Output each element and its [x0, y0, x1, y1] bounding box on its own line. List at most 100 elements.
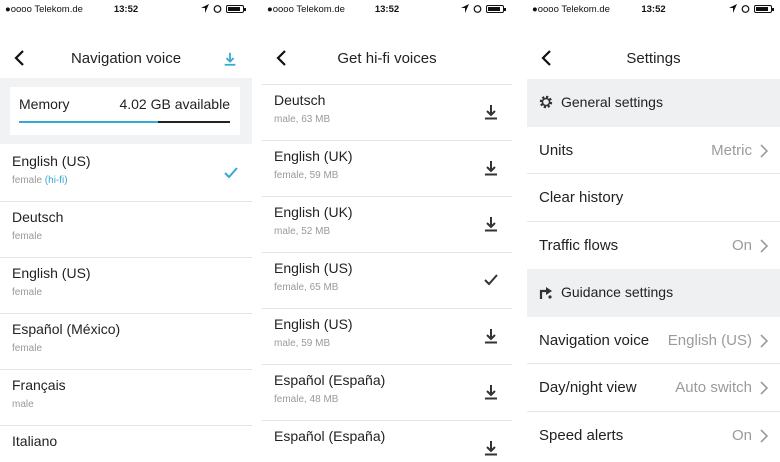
download-icon[interactable] — [482, 383, 500, 401]
status-bar: ●oooo Telekom.de 13:52 — [262, 0, 512, 20]
voice-detail: female, 65 MB — [274, 282, 339, 293]
memory-usage-bar — [19, 121, 230, 123]
download-icon[interactable] — [482, 439, 500, 457]
settings-list: General settings Units Metric Clear hist… — [527, 79, 780, 459]
setting-day-night-view[interactable]: Day/night view Auto switch — [527, 364, 780, 412]
voice-gender: female — [12, 231, 43, 242]
location-icon — [729, 4, 737, 13]
section-title: General settings — [561, 94, 663, 110]
voice-detail: female (hi-fi) — [12, 175, 68, 186]
hifi-voice-row[interactable]: Deutsch male, 63 MB — [262, 85, 512, 141]
voice-detail: female — [12, 343, 42, 354]
setting-label: Speed alerts — [539, 426, 624, 444]
setting-value: On — [731, 236, 752, 254]
setting-label: Day/night view — [539, 379, 637, 396]
guidance-arrow-icon — [539, 287, 552, 299]
nav-bar: Settings — [527, 40, 780, 76]
memory-available: 4.02 GB available — [119, 96, 230, 112]
voice-name: Español (España) — [274, 428, 386, 444]
hifi-voice-row[interactable]: English (UK) female, 59 MB — [262, 141, 512, 197]
nav-bar: Get hi-fi voices — [262, 40, 512, 76]
voice-name: English (UK) — [274, 204, 353, 220]
voice-row[interactable]: Español (México) female — [0, 314, 252, 370]
alarm-icon — [741, 5, 750, 13]
nav-bar: Navigation voice — [0, 40, 252, 76]
status-icons — [201, 4, 246, 13]
voice-name: Italiano — [12, 433, 58, 449]
voice-gender: male — [12, 399, 34, 410]
hifi-voice-row[interactable]: English (US) male, 59 MB — [262, 309, 512, 365]
hifi-badge: (hi-fi) — [44, 175, 68, 186]
setting-navigation-voice[interactable]: Navigation voice English (US) — [527, 317, 780, 364]
page-title: Navigation voice — [70, 50, 182, 67]
setting-clear-history[interactable]: Clear history — [527, 174, 780, 222]
location-icon — [461, 4, 469, 13]
voice-row[interactable]: English (US) female — [0, 258, 252, 314]
checkmark-icon — [482, 271, 500, 289]
download-icon[interactable] — [482, 327, 500, 345]
setting-label: Clear history — [539, 189, 624, 206]
chevron-right-icon — [760, 144, 768, 158]
settings-screen: ●oooo Telekom.de 13:52 Settings General … — [527, 0, 780, 462]
section-guidance-settings: Guidance settings — [527, 269, 780, 317]
voice-name: Deutsch — [12, 209, 64, 225]
voice-name: English (US) — [12, 153, 91, 169]
hifi-voice-row[interactable]: English (US) female, 65 MB — [262, 253, 512, 309]
navigation-voice-screen: ●oooo Telekom.de 13:52 Navigation voice … — [0, 0, 252, 462]
setting-label: Navigation voice — [539, 331, 650, 349]
voice-gender: female — [12, 175, 43, 186]
voice-list: English (US) female (hi-fi) Deutsch female E… — [0, 146, 252, 462]
setting-value: On — [731, 426, 752, 444]
battery-icon — [226, 4, 246, 13]
voice-detail: male, 63 MB — [274, 114, 331, 125]
voice-name: English (US) — [274, 316, 353, 332]
chevron-right-icon — [760, 334, 768, 348]
hifi-voice-row[interactable]: English (UK) male, 52 MB — [262, 197, 512, 253]
setting-speed-alerts[interactable]: Speed alerts On — [527, 412, 780, 460]
voice-name: English (US) — [12, 265, 91, 281]
voice-name: Español (España) — [274, 372, 386, 388]
download-voices-button[interactable] — [222, 50, 238, 68]
voice-row[interactable]: Français male — [0, 370, 252, 426]
page-title: Get hi-fi voices — [337, 50, 437, 67]
setting-value: English (US) — [667, 331, 752, 349]
hifi-voice-row[interactable]: Español (España) — [262, 421, 512, 462]
voice-row[interactable]: Deutsch female — [0, 202, 252, 258]
battery-icon — [754, 4, 774, 13]
status-bar: ●oooo Telekom.de 13:52 — [0, 0, 252, 20]
voice-detail: male — [12, 399, 34, 410]
voice-detail: male, 52 MB — [274, 226, 331, 237]
setting-value: Metric — [711, 141, 752, 159]
section-general-settings: General settings — [527, 79, 780, 127]
voice-name: English (UK) — [274, 148, 353, 164]
voice-name: Deutsch — [274, 92, 326, 108]
voice-row[interactable]: English (US) female (hi-fi) — [0, 146, 252, 202]
download-icon[interactable] — [482, 103, 500, 121]
chevron-right-icon — [760, 381, 768, 395]
voice-gender: female — [12, 287, 43, 298]
voice-row[interactable]: Italiano — [0, 426, 252, 462]
voice-detail: female, 59 MB — [274, 170, 339, 181]
download-icon[interactable] — [482, 215, 500, 233]
location-icon — [201, 4, 209, 13]
download-icon[interactable] — [482, 159, 500, 177]
voice-detail: female — [12, 287, 42, 298]
hifi-voices-screen: ●oooo Telekom.de 13:52 Get hi-fi voices … — [262, 0, 512, 462]
setting-traffic-flows[interactable]: Traffic flows On — [527, 222, 780, 270]
alarm-icon — [213, 5, 222, 13]
memory-label: Memory — [19, 96, 70, 112]
chevron-right-icon — [760, 429, 768, 443]
voice-name: Español (México) — [12, 321, 121, 337]
setting-units[interactable]: Units Metric — [527, 127, 780, 174]
memory-card: Memory 4.02 GB available — [10, 87, 240, 135]
setting-label: Units — [539, 141, 574, 159]
voice-detail: female, 48 MB — [274, 394, 339, 405]
hifi-voice-list: Deutsch male, 63 MB English (UK) female, 59… — [262, 85, 512, 462]
hifi-voice-row[interactable]: Español (España) female, 48 MB — [262, 365, 512, 421]
setting-label: Traffic flows — [539, 236, 619, 254]
status-icons — [461, 4, 506, 13]
page-title: Settings — [626, 50, 681, 67]
alarm-icon — [473, 5, 482, 13]
status-icons — [729, 4, 774, 13]
voice-name: Français — [12, 377, 66, 393]
